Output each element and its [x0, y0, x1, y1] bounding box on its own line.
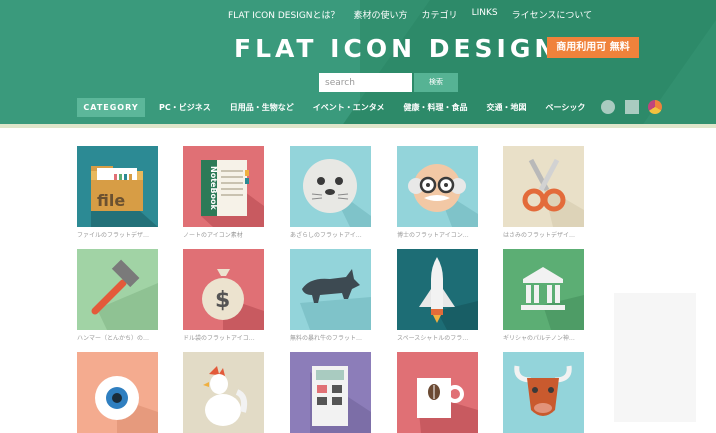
notebook-icon: NoteBook — [183, 146, 264, 227]
top-navigation: FLAT ICON DESIGNとは？ 素材の使い方 カテゴリ LINKS ライ… — [228, 8, 592, 21]
color-theme-circle[interactable] — [601, 100, 615, 114]
category-link-basic[interactable]: ベーシック — [546, 102, 586, 113]
header-bottom-strip — [0, 124, 716, 128]
scissors-icon — [503, 146, 584, 227]
icon-tile-calculator[interactable] — [290, 352, 371, 433]
svg-text:NoteBook: NoteBook — [209, 166, 218, 211]
topnav-link-about[interactable]: FLAT ICON DESIGNとは？ — [228, 8, 340, 21]
category-link-pc-business[interactable]: PC・ビジネス — [159, 102, 211, 113]
sidebar-ad-placeholder — [614, 293, 696, 422]
space-shuttle-icon — [397, 249, 478, 330]
icon-tile-bull-head[interactable] — [503, 352, 584, 433]
topnav-link-links[interactable]: LINKS — [472, 8, 498, 21]
icon-caption[interactable]: あざらしのフラットアイ… — [290, 230, 371, 239]
icon-tile-professor[interactable] — [397, 146, 478, 227]
svg-text:file: file — [97, 191, 125, 210]
free-commercial-badge: 商用利用可 無料 — [547, 37, 639, 58]
icon-caption[interactable]: はさみのフラットデザイ… — [503, 230, 584, 239]
calculator-icon — [290, 352, 371, 433]
icon-tile-money-bag[interactable]: $ — [183, 249, 264, 330]
icon-tile-bull[interactable] — [290, 249, 371, 330]
search-button[interactable]: 検索 — [414, 73, 458, 92]
bull-icon — [290, 249, 371, 330]
icon-tile-eyeball[interactable] — [77, 352, 158, 433]
icon-caption[interactable]: 博士のフラットアイコン… — [397, 230, 478, 239]
icon-tile-coffee-mug[interactable] — [397, 352, 478, 433]
topnav-link-category[interactable]: カテゴリ — [422, 8, 458, 21]
eyeball-icon — [77, 352, 158, 433]
topnav-link-usage[interactable]: 素材の使い方 — [354, 8, 408, 21]
svg-text:$: $ — [215, 288, 230, 313]
rooster-icon — [183, 352, 264, 433]
icon-caption[interactable]: スペースシャトルのフラ… — [397, 333, 478, 342]
category-link-transport[interactable]: 交通・地図 — [487, 102, 527, 113]
color-theme-multicolor[interactable] — [648, 100, 662, 114]
money-bag-icon: $ — [183, 249, 264, 330]
icon-tile-notebook[interactable]: NoteBook — [183, 146, 264, 227]
folder-file-icon: file — [77, 146, 158, 227]
greek-temple-icon — [503, 249, 584, 330]
icon-caption[interactable]: ハンマー（とんかち）の… — [77, 333, 158, 342]
icon-tile-space-shuttle[interactable] — [397, 249, 478, 330]
icon-caption[interactable]: ノートのアイコン素材 — [183, 230, 264, 239]
icon-caption[interactable]: ファイルのフラットデザ… — [77, 230, 158, 239]
professor-icon — [397, 146, 478, 227]
icon-tile-greek-temple[interactable] — [503, 249, 584, 330]
category-link-events[interactable]: イベント・エンタメ — [313, 102, 385, 113]
category-button[interactable]: CATEGORY — [77, 98, 145, 117]
icon-tile-hammer[interactable] — [77, 249, 158, 330]
icon-tile-scissors[interactable] — [503, 146, 584, 227]
topnav-link-license[interactable]: ライセンスについて — [512, 8, 593, 21]
bull-head-icon — [503, 352, 584, 433]
icon-tile-seal[interactable] — [290, 146, 371, 227]
icon-caption[interactable]: ドル袋のフラットアイコ… — [183, 333, 264, 342]
seal-icon — [290, 146, 371, 227]
category-navigation: CATEGORY PC・ビジネス 日用品・生物など イベント・エンタメ 健康・料… — [77, 98, 604, 117]
icon-caption[interactable]: ギリシャのパルテノン神… — [503, 333, 584, 342]
category-link-health-food[interactable]: 健康・料理・食品 — [404, 102, 468, 113]
coffee-mug-icon — [397, 352, 478, 433]
icon-tile-file[interactable]: file — [77, 146, 158, 227]
icon-tile-rooster[interactable] — [183, 352, 264, 433]
site-logo[interactable]: FLAT ICON DESIGN — [234, 34, 559, 63]
search-input[interactable] — [319, 73, 412, 92]
hammer-icon — [77, 249, 158, 330]
color-theme-square[interactable] — [625, 100, 639, 114]
icon-caption[interactable]: 無料の暴れ牛のフラット… — [290, 333, 371, 342]
category-link-daily-goods[interactable]: 日用品・生物など — [230, 102, 294, 113]
